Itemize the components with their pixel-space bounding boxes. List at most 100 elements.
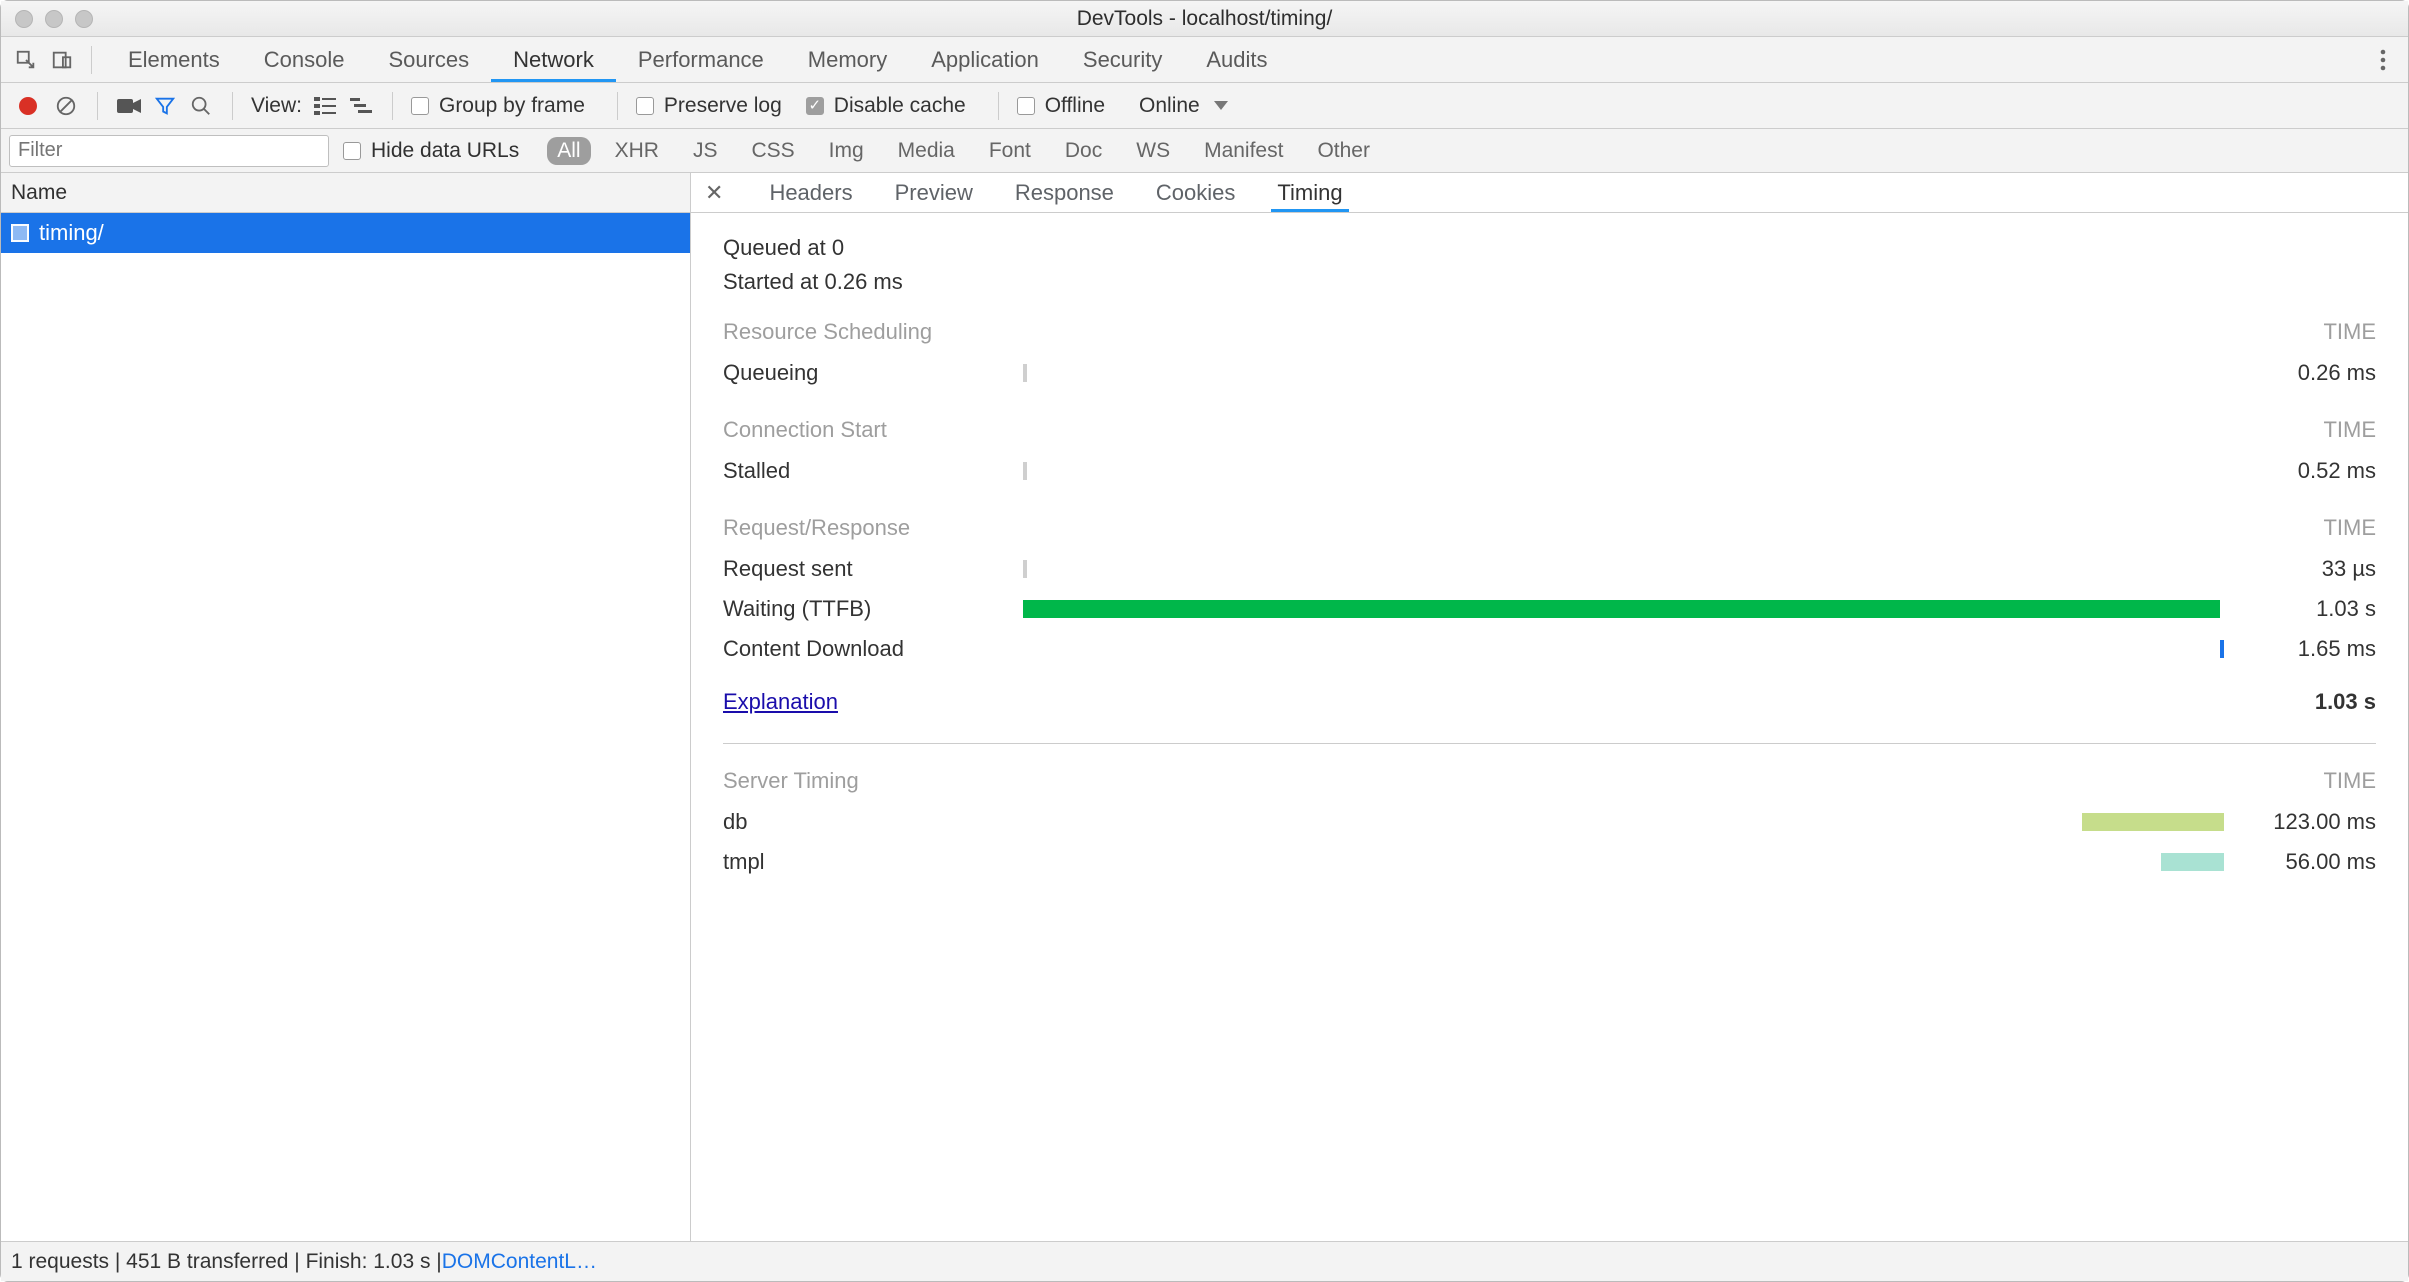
timing-metric: db123.00 ms: [723, 802, 2376, 842]
metric-bar-track: [1023, 811, 2226, 833]
timing-metric: Request sent 33 µs: [723, 549, 2376, 589]
detail-tab-timing[interactable]: Timing: [1271, 173, 1348, 212]
close-detail-button[interactable]: ✕: [705, 180, 733, 206]
metric-name: Request sent: [723, 556, 1023, 582]
metric-name: Queueing: [723, 360, 1023, 386]
camera-icon[interactable]: [116, 93, 142, 119]
metric-name: tmpl: [723, 849, 1023, 875]
metric-bar: [1023, 600, 2220, 618]
time-header: TIME: [2323, 515, 2376, 541]
section-title: Request/Response: [723, 515, 910, 541]
metric-value: 0.52 ms: [2226, 458, 2376, 484]
detail-tab-response[interactable]: Response: [1009, 173, 1120, 212]
filter-type-doc[interactable]: Doc: [1055, 137, 1112, 165]
clear-icon[interactable]: [53, 93, 79, 119]
metric-bar: [1023, 560, 1027, 578]
network-toolbar: View: Group by frame Preserve log Disabl…: [1, 83, 2408, 129]
separator: [392, 92, 393, 120]
explanation-link[interactable]: Explanation: [723, 689, 838, 715]
filter-type-media[interactable]: Media: [888, 137, 965, 165]
metric-value: 1.65 ms: [2226, 636, 2376, 662]
filter-type-manifest[interactable]: Manifest: [1194, 137, 1293, 165]
request-row[interactable]: timing/: [1, 213, 690, 253]
metric-value: 33 µs: [2226, 556, 2376, 582]
disable-cache-checkbox[interactable]: Disable cache: [806, 94, 966, 118]
waterfall-view-icon[interactable]: [348, 93, 374, 119]
filter-type-all[interactable]: All: [547, 137, 590, 165]
separator: [617, 92, 618, 120]
metric-bar-track: [1023, 638, 2226, 660]
tab-security[interactable]: Security: [1061, 37, 1184, 82]
preserve-log-checkbox[interactable]: Preserve log: [636, 94, 782, 118]
filter-type-css[interactable]: CSS: [741, 137, 804, 165]
tab-application[interactable]: Application: [909, 37, 1061, 82]
filter-type-other[interactable]: Other: [1307, 137, 1380, 165]
detail-tab-preview[interactable]: Preview: [889, 173, 979, 212]
metric-value: 1.03 s: [2226, 596, 2376, 622]
server-timing-title: Server Timing: [723, 768, 859, 794]
disable-cache-label: Disable cache: [834, 94, 966, 118]
detail-tab-headers[interactable]: Headers: [763, 173, 858, 212]
detail-tabs: ✕ Headers Preview Response Cookies Timing: [691, 173, 2408, 213]
tab-console[interactable]: Console: [242, 37, 367, 82]
throttling-select[interactable]: Online: [1129, 94, 1238, 118]
timing-section: Resource SchedulingTIMEQueueing0.26 ms: [723, 319, 2376, 393]
time-header: TIME: [2323, 417, 2376, 443]
group-by-frame-checkbox[interactable]: Group by frame: [411, 94, 585, 118]
filter-type-js[interactable]: JS: [683, 137, 728, 165]
filter-icon[interactable]: [152, 93, 178, 119]
tab-sources[interactable]: Sources: [366, 37, 491, 82]
tab-network[interactable]: Network: [491, 37, 616, 82]
metric-bar: [1023, 364, 1027, 382]
timing-metric: Queueing0.26 ms: [723, 353, 2376, 393]
timing-panel: Queued at 0 Started at 0.26 ms Resource …: [691, 213, 2408, 1241]
network-main: Name timing/ ✕ Headers Preview Response Coo…: [1, 173, 2408, 1241]
tab-audits[interactable]: Audits: [1184, 37, 1289, 82]
timing-section: Connection Start TIME Stalled0.52 ms: [723, 417, 2376, 491]
metric-bar-track: [1023, 851, 2226, 873]
metric-bar-track: [1023, 362, 2226, 384]
separator: [998, 92, 999, 120]
document-icon: [11, 224, 29, 242]
metric-bar-track: [1023, 558, 2226, 580]
filter-type-xhr[interactable]: XHR: [605, 137, 669, 165]
tab-memory[interactable]: Memory: [786, 37, 909, 82]
timing-metric: Stalled0.52 ms: [723, 451, 2376, 491]
filter-input[interactable]: [9, 135, 329, 167]
time-header: TIME: [2323, 319, 2376, 345]
metric-name: Content Download: [723, 636, 1023, 662]
timing-metric: tmpl 56.00 ms: [723, 842, 2376, 882]
offline-checkbox[interactable]: Offline: [1017, 94, 1105, 118]
timing-metric: Waiting (TTFB) 1.03 s: [723, 589, 2376, 629]
group-by-frame-label: Group by frame: [439, 94, 585, 118]
hide-data-urls-label: Hide data URLs: [371, 139, 519, 163]
filter-type-font[interactable]: Font: [979, 137, 1041, 165]
queued-at: Queued at 0: [723, 235, 2376, 261]
metric-bar: [2220, 640, 2224, 658]
tab-elements[interactable]: Elements: [106, 37, 242, 82]
timing-total: 1.03 s: [2315, 689, 2376, 715]
device-toolbar-icon[interactable]: [47, 45, 77, 75]
time-header: TIME: [2323, 768, 2376, 794]
hide-data-urls-checkbox[interactable]: Hide data URLs: [343, 139, 519, 163]
section-title: Connection Start: [723, 417, 887, 443]
metric-name: Waiting (TTFB): [723, 596, 1023, 622]
search-icon[interactable]: [188, 93, 214, 119]
kebab-menu-icon[interactable]: [2368, 45, 2398, 75]
large-rows-icon[interactable]: [312, 93, 338, 119]
domcontentloaded-link[interactable]: DOMContentL…: [442, 1250, 597, 1274]
tab-performance[interactable]: Performance: [616, 37, 786, 82]
inspect-icon[interactable]: [11, 45, 41, 75]
detail-tab-cookies[interactable]: Cookies: [1150, 173, 1241, 212]
metric-value: 56.00 ms: [2226, 849, 2376, 875]
separator: [232, 92, 233, 120]
filter-type-img[interactable]: Img: [819, 137, 874, 165]
offline-label: Offline: [1045, 94, 1105, 118]
metric-bar-track: [1023, 460, 2226, 482]
metric-bar: [1023, 462, 1027, 480]
metric-bar: [2082, 813, 2224, 831]
metric-value: 123.00 ms: [2226, 809, 2376, 835]
column-header-name[interactable]: Name: [1, 173, 690, 213]
record-button[interactable]: [19, 97, 37, 115]
filter-type-ws[interactable]: WS: [1126, 137, 1180, 165]
